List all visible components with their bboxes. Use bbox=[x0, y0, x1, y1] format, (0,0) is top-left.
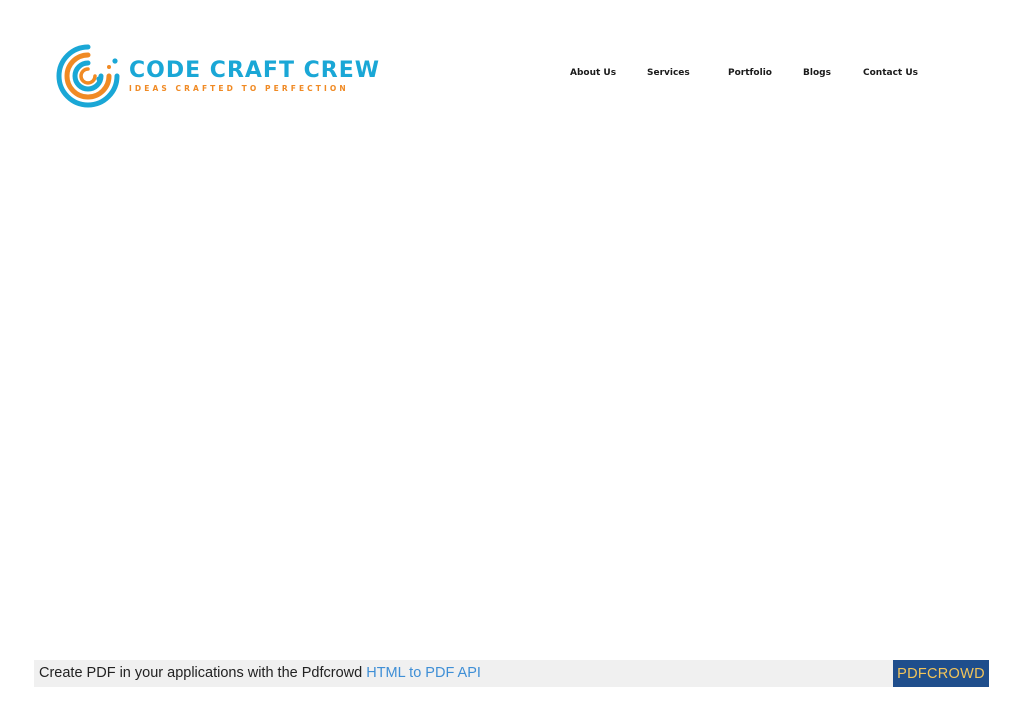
nav-blogs[interactable]: Blogs bbox=[803, 68, 831, 78]
pdf-footer-banner: Create PDF in your applications with the… bbox=[34, 660, 989, 687]
logo-text: CODE CRAFT CREW IDEAS CRAFTED TO PERFECT… bbox=[129, 57, 380, 94]
nav-about-us[interactable]: About Us bbox=[570, 68, 616, 78]
site-logo[interactable]: CODE CRAFT CREW IDEAS CRAFTED TO PERFECT… bbox=[55, 42, 379, 110]
footer-message: Create PDF in your applications with the… bbox=[39, 665, 363, 681]
brand-tagline: IDEAS CRAFTED TO PERFECTION bbox=[129, 83, 349, 93]
nav-contact-us[interactable]: Contact Us bbox=[863, 68, 918, 78]
brand-name: CODE CRAFT CREW bbox=[129, 57, 380, 83]
site-header: CODE CRAFT CREW IDEAS CRAFTED TO PERFECT… bbox=[0, 0, 1023, 150]
footer-text: Create PDF in your applications with the… bbox=[39, 665, 481, 681]
html-to-pdf-link[interactable]: HTML to PDF API bbox=[366, 665, 481, 681]
pdfcrowd-button[interactable]: PDFCROWD bbox=[893, 660, 989, 687]
nav-services[interactable]: Services bbox=[647, 68, 690, 78]
nav-portfolio[interactable]: Portfolio bbox=[728, 68, 772, 78]
logo-icon bbox=[56, 44, 120, 108]
